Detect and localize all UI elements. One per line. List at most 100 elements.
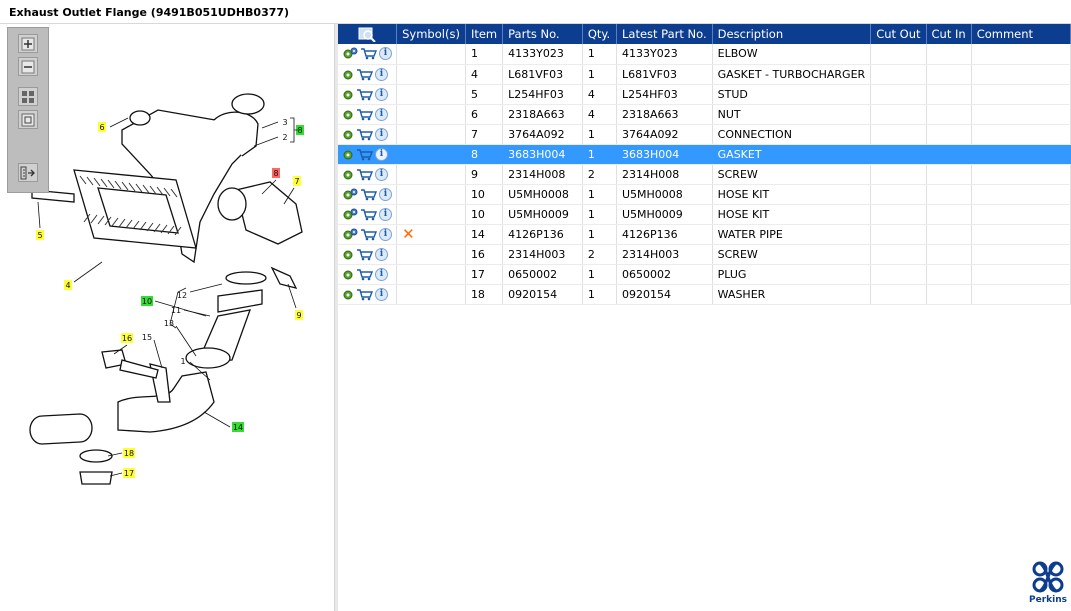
info-icon[interactable]: i xyxy=(375,107,388,121)
gears-icon[interactable] xyxy=(342,188,358,201)
gear-icon[interactable] xyxy=(342,268,354,281)
cart-icon[interactable] xyxy=(356,108,373,121)
column-qty[interactable]: Qty. xyxy=(582,24,617,44)
callout-label[interactable]: 15 xyxy=(142,333,152,342)
cart-icon[interactable] xyxy=(356,168,373,181)
info-icon[interactable]: i xyxy=(375,267,388,281)
info-icon[interactable]: i xyxy=(379,47,392,61)
info-icon[interactable]: i xyxy=(375,167,388,181)
column-parts-no[interactable]: Parts No. xyxy=(502,24,583,44)
callout-label[interactable]: 17 xyxy=(124,469,134,478)
cart-icon[interactable] xyxy=(356,128,373,141)
diagram-part[interactable] xyxy=(217,187,247,221)
table-row[interactable]: i 7 3764A092 1 3764A092 CONNECTION xyxy=(338,124,1071,145)
table-row[interactable]: i 10 U5MH0008 1 U5MH0008 HOSE KIT xyxy=(338,184,1071,205)
column-symbols[interactable]: Symbol(s) xyxy=(396,24,466,44)
fit-window-button[interactable] xyxy=(18,110,38,129)
exploded-diagram[interactable]: 6328875412101113916 151141817 xyxy=(0,48,334,604)
diagram-part[interactable] xyxy=(225,271,267,285)
gear-icon[interactable] xyxy=(342,128,354,141)
table-row[interactable]: i 8 3683H004 1 3683H004 GASKET xyxy=(338,144,1071,165)
diagram-part[interactable] xyxy=(217,289,263,313)
table-row[interactable]: i 1 4133Y023 1 4133Y023 ELBOW xyxy=(338,44,1071,65)
callout-label[interactable]: 9 xyxy=(296,311,301,320)
callout-label[interactable]: 4 xyxy=(65,281,70,290)
gear-icon[interactable] xyxy=(342,68,354,81)
export-button[interactable] xyxy=(18,163,38,182)
gear-icon[interactable] xyxy=(342,148,354,161)
column-tools[interactable] xyxy=(338,24,398,44)
gear-icon[interactable] xyxy=(342,168,354,181)
info-icon[interactable]: i xyxy=(375,287,388,301)
callout-label[interactable]: 10 xyxy=(142,297,152,306)
info-icon[interactable]: i xyxy=(375,67,388,81)
gears-icon[interactable] xyxy=(342,47,358,60)
callout-label[interactable]: 1 xyxy=(180,357,185,366)
gear-icon[interactable] xyxy=(342,248,354,261)
callout-label[interactable]: 7 xyxy=(294,177,299,186)
info-icon[interactable]: i xyxy=(375,247,388,261)
table-row[interactable]: i ✕ 14 4126P136 1 4126P136 WATER PIPE xyxy=(338,224,1071,245)
diagram-part[interactable] xyxy=(79,449,113,463)
column-item[interactable]: Item xyxy=(465,24,504,44)
table-row[interactable]: i 17 0650002 1 0650002 PLUG xyxy=(338,264,1071,285)
cart-icon[interactable] xyxy=(360,228,377,241)
column-comment[interactable]: Comment xyxy=(971,24,1071,44)
callout-label[interactable]: 6 xyxy=(99,123,104,132)
diagram-part[interactable] xyxy=(29,413,93,445)
table-row[interactable]: i 16 2314H003 2 2314H003 SCREW xyxy=(338,244,1071,265)
callout-label[interactable]: 8 xyxy=(273,169,278,178)
gear-icon[interactable] xyxy=(342,108,354,121)
cart-icon[interactable] xyxy=(356,68,373,81)
cart-icon[interactable] xyxy=(360,208,377,221)
table-row[interactable]: i 4 L681VF03 1 L681VF03 GASKET - TURBOCHARGER xyxy=(338,64,1071,85)
gears-icon[interactable] xyxy=(342,208,358,221)
info-icon[interactable]: i xyxy=(379,227,392,241)
cart-icon[interactable] xyxy=(356,88,373,101)
gear-icon[interactable] xyxy=(342,288,354,301)
zoom-out-button[interactable] xyxy=(18,57,38,76)
illustration-pane[interactable]: 6 3 2 8 8 7 5 4 12 10 11 13 9 16 15 1 14 18 17 xyxy=(0,24,334,611)
table-row[interactable]: i 9 2314H008 2 2314H008 SCREW xyxy=(338,164,1071,185)
callout-label[interactable]: 12 xyxy=(177,291,187,300)
callout-label[interactable]: 2 xyxy=(282,133,287,142)
gears-icon[interactable] xyxy=(342,228,358,241)
callout-label[interactable]: 18 xyxy=(124,449,134,458)
fit-all-button[interactable] xyxy=(18,87,38,106)
cell-parts-no: U5MH0008 xyxy=(502,184,583,205)
column-cut-out[interactable]: Cut Out xyxy=(870,24,927,44)
diagram-part[interactable] xyxy=(79,471,113,485)
cart-icon[interactable] xyxy=(356,288,373,301)
callout-label[interactable]: 3 xyxy=(282,118,287,127)
info-icon[interactable]: i xyxy=(379,207,392,221)
table-row[interactable]: i 5 L254HF03 4 L254HF03 STUD xyxy=(338,84,1071,105)
column-description[interactable]: Description xyxy=(712,24,872,44)
table-row[interactable]: i 6 2318A663 4 2318A663 NUT xyxy=(338,104,1071,125)
diagram-part[interactable] xyxy=(129,110,151,126)
diagram-part[interactable] xyxy=(231,93,265,115)
info-icon[interactable]: i xyxy=(375,127,388,141)
info-icon[interactable]: i xyxy=(375,87,388,101)
diagram-part[interactable] xyxy=(270,266,298,289)
info-icon[interactable]: i xyxy=(375,147,388,161)
cart-icon[interactable] xyxy=(356,248,373,261)
diagram-toolbar xyxy=(7,27,49,193)
callout-label[interactable]: 8 xyxy=(297,126,302,135)
cell-cut-out xyxy=(870,124,927,145)
cart-icon[interactable] xyxy=(360,47,377,60)
cart-icon[interactable] xyxy=(356,268,373,281)
zoom-in-button[interactable] xyxy=(18,34,38,53)
table-row[interactable]: i 10 U5MH0009 1 U5MH0009 HOSE KIT xyxy=(338,204,1071,225)
gear-icon[interactable] xyxy=(342,88,354,101)
column-latest-part-no[interactable]: Latest Part No. xyxy=(616,24,713,44)
callout-label[interactable]: 13 xyxy=(164,319,174,328)
callout-label[interactable]: 5 xyxy=(37,231,42,240)
info-icon[interactable]: i xyxy=(379,187,392,201)
column-cut-in[interactable]: Cut In xyxy=(926,24,972,44)
callout-label[interactable]: 16 xyxy=(122,334,132,343)
callout-label[interactable]: 14 xyxy=(233,423,243,432)
table-row[interactable]: i 18 0920154 1 0920154 WASHER xyxy=(338,284,1071,305)
diagram-part[interactable] xyxy=(119,359,159,379)
cart-icon[interactable] xyxy=(360,188,377,201)
cart-icon[interactable] xyxy=(356,148,373,161)
